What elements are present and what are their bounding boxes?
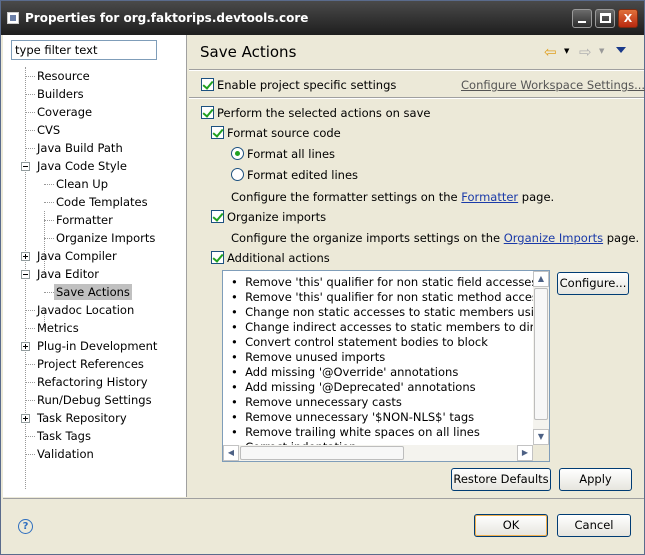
vertical-scroll-thumb[interactable] [534, 288, 548, 420]
back-dropdown-icon[interactable]: ▼ [564, 47, 569, 55]
restore-defaults-button[interactable]: Restore Defaults [451, 468, 551, 491]
perform-actions-label: Perform the selected actions on save [217, 106, 431, 120]
list-item: • Add missing '@Deprecated' annotations [231, 380, 476, 394]
view-menu-icon[interactable] [616, 47, 626, 53]
dialog-button-bar: ? OK Cancel [3, 498, 644, 554]
window-icon [7, 12, 19, 24]
format-all-lines-radio[interactable] [231, 147, 244, 160]
collapse-icon[interactable] [21, 270, 30, 279]
close-button[interactable]: X [618, 9, 638, 28]
tree-item-validation[interactable]: Validation [37, 445, 94, 463]
expand-icon[interactable] [21, 342, 30, 351]
enable-project-settings-checkbox[interactable] [201, 78, 214, 91]
list-item: • Remove unnecessary casts [231, 395, 402, 409]
scroll-down-icon[interactable]: ▼ [533, 429, 549, 445]
page-title: Save Actions [200, 43, 297, 61]
tree-item-java-code-style[interactable]: Java Code Style [37, 157, 127, 175]
format-source-label: Format source code [227, 126, 341, 140]
formatter-config-text: Configure the formatter settings on the … [231, 190, 554, 204]
tree-item-formatter[interactable]: Formatter [56, 211, 113, 229]
list-item: • Remove 'this' qualifier for non static… [231, 290, 550, 304]
scroll-left-icon[interactable]: ◀ [223, 445, 239, 461]
configure-workspace-settings-link[interactable]: Configure Workspace Settings... [461, 78, 645, 92]
properties-dialog: Properties for org.faktorips.devtools.co… [0, 0, 645, 555]
tree-item-java-editor[interactable]: Java Editor [37, 265, 99, 283]
scroll-up-icon[interactable]: ▲ [533, 271, 549, 287]
minimize-icon [578, 21, 586, 23]
perform-actions-checkbox[interactable] [201, 106, 214, 119]
maximize-button[interactable] [595, 9, 615, 28]
format-edited-lines-radio[interactable] [231, 168, 244, 181]
configure-button[interactable]: Configure... [557, 272, 629, 295]
list-item: • Add missing '@Override' annotations [231, 365, 459, 379]
additional-actions-checkbox[interactable] [211, 251, 224, 264]
tree-item-code-templates[interactable]: Code Templates [56, 193, 148, 211]
tree-item-refactoring-history[interactable]: Refactoring History [37, 373, 148, 391]
navigation-pane: Resource Builders Coverage CVS Java Buil… [3, 35, 187, 497]
formatter-prefix: Configure the formatter settings on the [231, 190, 458, 204]
help-icon[interactable]: ? [18, 519, 33, 534]
scroll-right-icon[interactable]: ▶ [517, 445, 533, 461]
format-source-checkbox[interactable] [211, 126, 224, 139]
tree-item-plug-in-development[interactable]: Plug-in Development [37, 337, 157, 355]
minimize-button[interactable] [572, 9, 592, 28]
horizontal-scrollbar[interactable]: ◀ ▶ [223, 445, 533, 461]
list-item: • Convert control statement bodies to bl… [231, 335, 488, 349]
format-all-lines-label: Format all lines [247, 147, 336, 161]
organize-suffix: page. [606, 231, 640, 245]
collapse-icon[interactable] [21, 162, 30, 171]
organize-imports-label: Organize imports [227, 210, 327, 224]
apply-button[interactable]: Apply [559, 468, 632, 491]
maximize-icon [600, 13, 611, 23]
tree-item-organize-imports[interactable]: Organize Imports [56, 229, 155, 247]
scroll-corner [533, 445, 549, 461]
tree-item-task-tags[interactable]: Task Tags [37, 427, 91, 445]
tree-item-clean-up[interactable]: Clean Up [56, 175, 108, 193]
back-arrow-icon[interactable]: ⇦ [544, 43, 557, 61]
organize-imports-link[interactable]: Organize Imports [504, 231, 603, 245]
filter-input[interactable] [11, 40, 157, 60]
tree-item-cvs[interactable]: CVS [37, 121, 60, 139]
ok-button[interactable]: OK [474, 514, 548, 537]
title-bar[interactable]: Properties for org.faktorips.devtools.co… [1, 1, 644, 35]
format-edited-lines-label: Format edited lines [247, 168, 359, 182]
additional-actions-list[interactable]: • Remove 'this' qualifier for non static… [222, 270, 550, 462]
formatter-link[interactable]: Formatter [461, 190, 518, 204]
tree-item-save-actions[interactable]: Save Actions [54, 283, 132, 301]
tree-item-run-debug-settings[interactable]: Run/Debug Settings [37, 391, 152, 409]
list-item: • Remove trailing white spaces on all li… [231, 425, 480, 439]
vertical-scrollbar[interactable]: ▲ ▼ [533, 271, 549, 445]
tree-item-coverage[interactable]: Coverage [37, 103, 92, 121]
tree-item-resource[interactable]: Resource [37, 67, 90, 85]
tree-item-builders[interactable]: Builders [37, 85, 84, 103]
forward-dropdown-icon[interactable]: ▼ [599, 47, 604, 55]
horizontal-scroll-thumb[interactable] [240, 446, 404, 460]
close-icon: X [623, 12, 633, 25]
tree-item-project-references[interactable]: Project References [37, 355, 144, 373]
window-title: Properties for org.faktorips.devtools.co… [25, 11, 309, 25]
enable-project-settings-label: Enable project specific settings [217, 78, 397, 92]
list-item: • Change non static accesses to static m… [231, 305, 549, 319]
organize-prefix: Configure the organize imports settings … [231, 231, 501, 245]
list-item: • Change indirect accesses to static mem… [231, 320, 550, 334]
tree-item-task-repository[interactable]: Task Repository [37, 409, 127, 427]
cancel-button[interactable]: Cancel [557, 514, 631, 537]
expand-icon[interactable] [21, 252, 30, 261]
list-item: • Remove 'this' qualifier for non static… [231, 275, 538, 289]
expand-icon[interactable] [21, 414, 30, 423]
divider [189, 97, 644, 99]
organize-imports-config-text: Configure the organize imports settings … [231, 231, 639, 245]
organize-imports-checkbox[interactable] [211, 210, 224, 223]
additional-actions-label: Additional actions [227, 251, 330, 265]
tree-item-javadoc-location[interactable]: Javadoc Location [37, 301, 134, 319]
tree-item-metrics[interactable]: Metrics [37, 319, 79, 337]
list-item: • Remove unnecessary '$NON-NLS$' tags [231, 410, 475, 424]
forward-arrow-icon[interactable]: ⇨ [579, 43, 592, 61]
tree-item-java-build-path[interactable]: Java Build Path [37, 139, 123, 157]
settings-pane: Save Actions ⇦ ▼ ⇨ ▼ Enable project spec… [189, 35, 645, 497]
formatter-suffix: page. [521, 190, 555, 204]
list-item: • Remove unused imports [231, 350, 386, 364]
tree-item-java-compiler[interactable]: Java Compiler [37, 247, 117, 265]
divider [189, 69, 644, 71]
